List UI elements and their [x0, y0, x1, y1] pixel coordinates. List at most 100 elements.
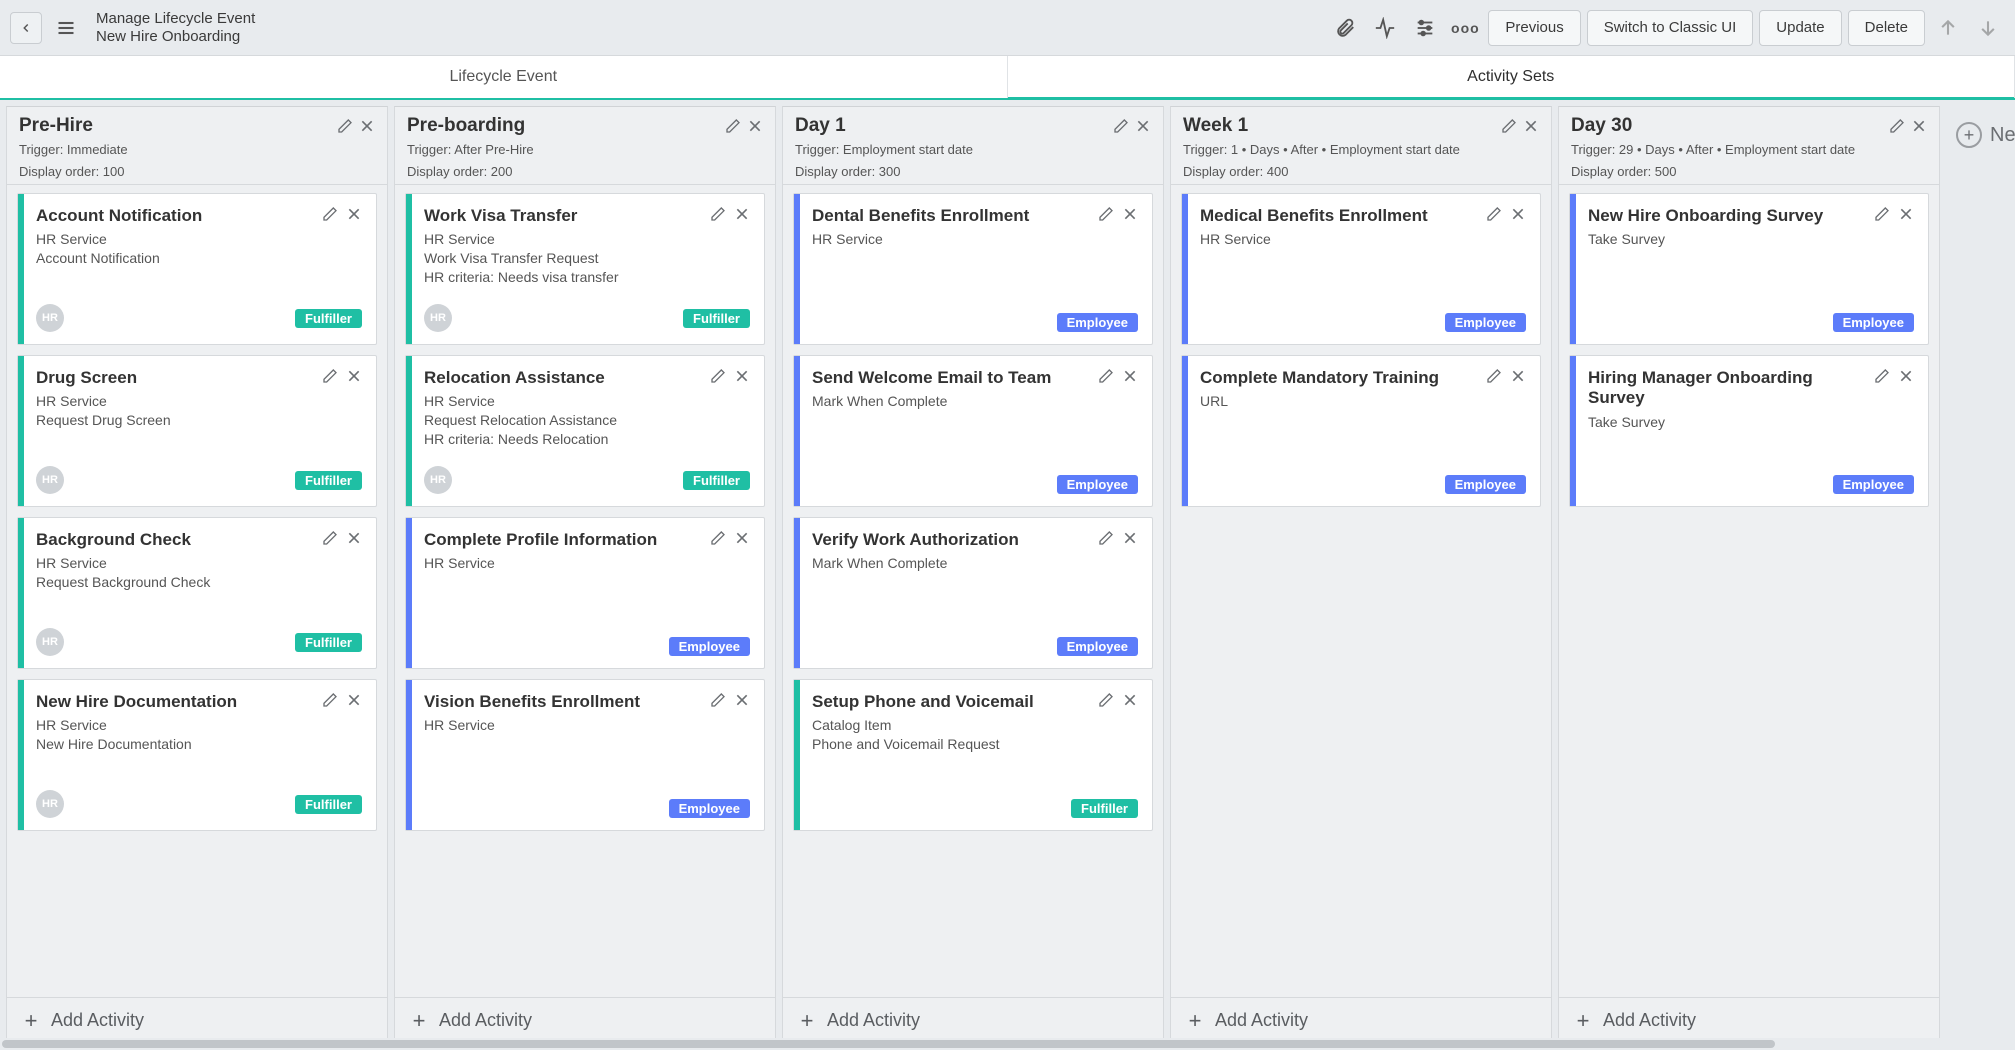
pencil-icon	[1501, 118, 1517, 134]
activity-button[interactable]	[1368, 11, 1402, 45]
edit-card-button[interactable]	[322, 692, 338, 708]
delete-card-button[interactable]	[734, 692, 750, 708]
card-meta: Mark When Complete	[812, 554, 1138, 573]
tab-lifecycle-event[interactable]: Lifecycle Event	[0, 56, 1008, 98]
edit-column-button[interactable]	[1889, 118, 1905, 134]
previous-button[interactable]: Previous	[1488, 10, 1580, 46]
edit-card-button[interactable]	[1486, 206, 1502, 222]
plus-icon: +	[1185, 1011, 1205, 1031]
delete-card-button[interactable]	[734, 530, 750, 546]
activity-card[interactable]: Background Check HR ServiceRequest Backg…	[17, 517, 377, 669]
add-activity-button[interactable]: + Add Activity	[783, 997, 1163, 1043]
add-activity-button[interactable]: + Add Activity	[7, 997, 387, 1043]
activity-card[interactable]: New Hire Onboarding Survey Take Survey E…	[1569, 193, 1929, 345]
more-button[interactable]: ooo	[1448, 11, 1482, 45]
delete-card-button[interactable]	[1122, 692, 1138, 708]
edit-column-button[interactable]	[1113, 118, 1129, 134]
audience-badge: Employee	[1445, 313, 1526, 332]
column-body[interactable]: New Hire Onboarding Survey Take Survey E…	[1559, 185, 1939, 997]
edit-card-button[interactable]	[322, 206, 338, 222]
edit-column-button[interactable]	[725, 118, 741, 134]
activity-card[interactable]: Send Welcome Email to Team Mark When Com…	[793, 355, 1153, 507]
delete-card-button[interactable]	[1122, 368, 1138, 384]
card-stripe	[18, 194, 24, 344]
delete-column-button[interactable]	[359, 118, 375, 134]
edit-card-button[interactable]	[1098, 692, 1114, 708]
delete-column-button[interactable]	[1523, 118, 1539, 134]
delete-card-button[interactable]	[346, 692, 362, 708]
tab-activity-sets[interactable]: Activity Sets	[1008, 56, 2015, 98]
delete-card-button[interactable]	[1898, 206, 1914, 222]
activity-card[interactable]: New Hire Documentation HR ServiceNew Hir…	[17, 679, 377, 831]
delete-card-button[interactable]	[346, 206, 362, 222]
pencil-icon	[1486, 206, 1502, 222]
edit-card-button[interactable]	[322, 530, 338, 546]
move-down-button[interactable]	[1971, 11, 2005, 45]
delete-card-button[interactable]	[346, 368, 362, 384]
card-stripe	[406, 356, 412, 506]
edit-card-button[interactable]	[710, 530, 726, 546]
activity-card[interactable]: Account Notification HR ServiceAccount N…	[17, 193, 377, 345]
edit-column-button[interactable]	[337, 118, 353, 134]
delete-column-button[interactable]	[1135, 118, 1151, 134]
activity-card[interactable]: Work Visa Transfer HR ServiceWork Visa T…	[405, 193, 765, 345]
delete-column-button[interactable]	[1911, 118, 1927, 134]
board[interactable]: Pre-Hire Trigger: Immediate Display orde…	[0, 100, 2015, 1050]
edit-card-button[interactable]	[322, 368, 338, 384]
menu-button[interactable]	[50, 12, 82, 44]
avatar: HR	[36, 790, 64, 818]
delete-card-button[interactable]	[1122, 206, 1138, 222]
column-body[interactable]: Medical Benefits Enrollment HR Service E…	[1171, 185, 1551, 997]
delete-card-button[interactable]	[734, 206, 750, 222]
activity-card[interactable]: Dental Benefits Enrollment HR Service Em…	[793, 193, 1153, 345]
edit-card-button[interactable]	[710, 692, 726, 708]
card-title: Relocation Assistance	[424, 368, 605, 388]
horizontal-scrollbar[interactable]	[0, 1038, 2015, 1050]
switch-classic-button[interactable]: Switch to Classic UI	[1587, 10, 1754, 46]
edit-card-button[interactable]	[710, 368, 726, 384]
delete-card-button[interactable]	[1510, 368, 1526, 384]
pencil-icon	[710, 692, 726, 708]
close-icon	[346, 206, 362, 222]
delete-card-button[interactable]	[1898, 368, 1914, 384]
delete-button[interactable]: Delete	[1848, 10, 1925, 46]
add-activity-button[interactable]: + Add Activity	[1171, 997, 1551, 1043]
edit-card-button[interactable]	[1874, 206, 1890, 222]
column-body[interactable]: Work Visa Transfer HR ServiceWork Visa T…	[395, 185, 775, 997]
edit-card-button[interactable]	[1098, 368, 1114, 384]
activity-card[interactable]: Medical Benefits Enrollment HR Service E…	[1181, 193, 1541, 345]
edit-column-button[interactable]	[1501, 118, 1517, 134]
update-button[interactable]: Update	[1759, 10, 1841, 46]
move-up-button[interactable]	[1931, 11, 1965, 45]
edit-card-button[interactable]	[1486, 368, 1502, 384]
new-column-button[interactable]: + New A	[1946, 106, 2015, 164]
activity-card[interactable]: Vision Benefits Enrollment HR Service Em…	[405, 679, 765, 831]
edit-card-button[interactable]	[1098, 206, 1114, 222]
add-activity-button[interactable]: + Add Activity	[395, 997, 775, 1043]
add-activity-button[interactable]: + Add Activity	[1559, 997, 1939, 1043]
edit-card-button[interactable]	[710, 206, 726, 222]
card-title: Dental Benefits Enrollment	[812, 206, 1029, 226]
edit-card-button[interactable]	[1874, 368, 1890, 384]
card-stripe	[1182, 356, 1188, 506]
column-body[interactable]: Account Notification HR ServiceAccount N…	[7, 185, 387, 997]
activity-card[interactable]: Drug Screen HR ServiceRequest Drug Scree…	[17, 355, 377, 507]
delete-card-button[interactable]	[734, 368, 750, 384]
pencil-icon	[1098, 530, 1114, 546]
column-body[interactable]: Dental Benefits Enrollment HR Service Em…	[783, 185, 1163, 997]
delete-column-button[interactable]	[747, 118, 763, 134]
activity-card[interactable]: Complete Mandatory Training URL Employee	[1181, 355, 1541, 507]
delete-card-button[interactable]	[1510, 206, 1526, 222]
delete-card-button[interactable]	[1122, 530, 1138, 546]
settings-sliders-button[interactable]	[1408, 11, 1442, 45]
back-button[interactable]	[10, 12, 42, 44]
activity-card[interactable]: Verify Work Authorization Mark When Comp…	[793, 517, 1153, 669]
card-meta-line: HR criteria: Needs visa transfer	[424, 268, 750, 287]
activity-card[interactable]: Hiring Manager Onboarding Survey Take Su…	[1569, 355, 1929, 507]
attachments-button[interactable]	[1328, 11, 1362, 45]
edit-card-button[interactable]	[1098, 530, 1114, 546]
activity-card[interactable]: Relocation Assistance HR ServiceRequest …	[405, 355, 765, 507]
delete-card-button[interactable]	[346, 530, 362, 546]
activity-card[interactable]: Complete Profile Information HR Service …	[405, 517, 765, 669]
activity-card[interactable]: Setup Phone and Voicemail Catalog ItemPh…	[793, 679, 1153, 831]
